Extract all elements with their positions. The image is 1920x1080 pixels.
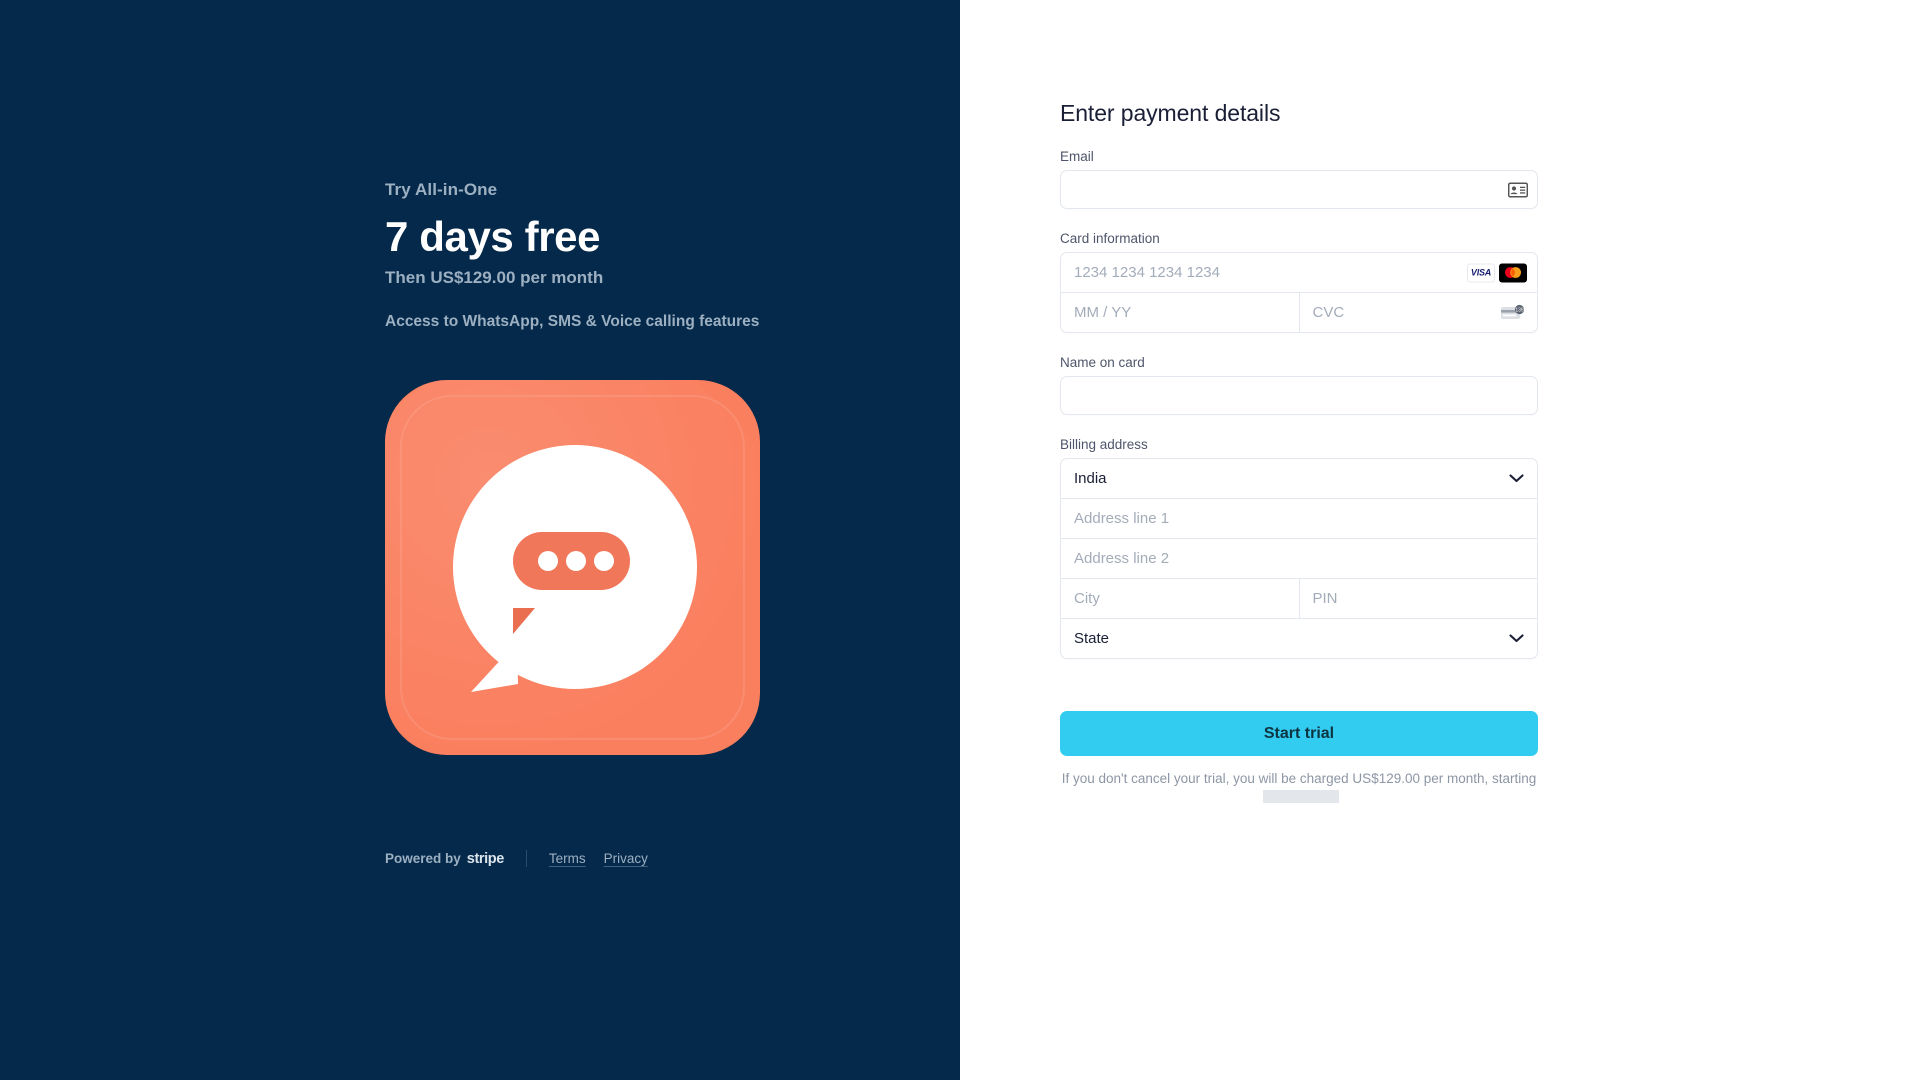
cvc-card-icon: 139 bbox=[1501, 304, 1525, 321]
state-select[interactable]: State bbox=[1061, 619, 1537, 658]
trial-disclaimer-text: If you don't cancel your trial, you will… bbox=[1061, 771, 1537, 786]
email-row bbox=[1060, 170, 1538, 209]
address-line-1-row bbox=[1061, 499, 1537, 539]
address-line-2-cell bbox=[1061, 539, 1537, 578]
powered-by-label: Powered by bbox=[385, 851, 461, 866]
card-number-cell: VISA bbox=[1061, 253, 1537, 292]
page-title: Enter payment details bbox=[1060, 100, 1281, 126]
pin-cell bbox=[1299, 579, 1537, 618]
country-row: India bbox=[1061, 459, 1537, 499]
stripe-footer: Powered by stripe Terms Privacy bbox=[385, 850, 648, 867]
offer-panel: Try All-in-One 7 days free Then US$129.0… bbox=[0, 0, 960, 1080]
mastercard-icon bbox=[1499, 263, 1527, 282]
card-number-input[interactable] bbox=[1061, 253, 1537, 292]
card-expiry-cvc-row: 139 bbox=[1061, 293, 1537, 332]
footer-divider bbox=[525, 850, 527, 867]
offer-headline: 7 days free bbox=[385, 213, 601, 260]
name-on-card-label: Name on card bbox=[1060, 355, 1145, 370]
billing-address-label: Billing address bbox=[1060, 437, 1148, 452]
card-expiry-cell bbox=[1061, 293, 1300, 332]
city-pin-row bbox=[1061, 579, 1537, 619]
card-number-row: VISA bbox=[1061, 253, 1537, 293]
checkout-page: Try All-in-One 7 days free Then US$129.0… bbox=[0, 0, 1920, 1080]
terms-link[interactable]: Terms bbox=[549, 851, 586, 866]
country-cell: India bbox=[1061, 459, 1537, 498]
svg-text:139: 139 bbox=[1515, 307, 1524, 313]
card-expiry-input[interactable] bbox=[1061, 293, 1299, 332]
card-information-label: Card information bbox=[1060, 231, 1160, 246]
card-cvc-cell: 139 bbox=[1299, 293, 1537, 332]
contact-card-icon[interactable] bbox=[1507, 181, 1529, 198]
redacted-date bbox=[1262, 790, 1339, 804]
email-label: Email bbox=[1060, 149, 1094, 164]
trial-disclaimer: If you don't cancel your trial, you will… bbox=[1060, 770, 1538, 806]
name-on-card-input[interactable] bbox=[1060, 376, 1538, 415]
stripe-wordmark: stripe bbox=[466, 850, 504, 867]
email-input[interactable] bbox=[1060, 170, 1538, 209]
offer-price-subline: Then US$129.00 per month bbox=[385, 268, 604, 287]
address-line-2-row bbox=[1061, 539, 1537, 579]
card-field-group: Card information VISA bbox=[1060, 231, 1538, 333]
state-row: State bbox=[1061, 619, 1537, 658]
name-on-card-group: Name on card bbox=[1060, 355, 1538, 415]
country-select[interactable]: India bbox=[1061, 459, 1537, 498]
offer-features: Access to WhatsApp, SMS & Voice calling … bbox=[385, 313, 760, 330]
chat-bubble-glyph bbox=[453, 445, 697, 692]
city-input[interactable] bbox=[1061, 579, 1299, 618]
card-information-box: VISA bbox=[1060, 252, 1538, 333]
address-line-1-cell bbox=[1061, 499, 1537, 538]
address-line-2-input[interactable] bbox=[1061, 539, 1537, 578]
chat-bubble-app-icon bbox=[385, 380, 760, 755]
offer-eyebrow: Try All-in-One bbox=[385, 180, 498, 199]
address-line-1-input[interactable] bbox=[1061, 499, 1537, 538]
visa-icon: VISA bbox=[1467, 263, 1495, 282]
payment-form-panel: Enter payment details Email Card informa… bbox=[960, 0, 1920, 1080]
email-field-group: Email bbox=[1060, 149, 1538, 209]
city-cell bbox=[1061, 579, 1300, 618]
pin-input[interactable] bbox=[1299, 579, 1537, 618]
billing-address-box: India Address line 1 Address line 2 City… bbox=[1060, 458, 1538, 659]
card-brand-icons: VISA bbox=[1467, 263, 1527, 282]
privacy-link[interactable]: Privacy bbox=[604, 851, 648, 866]
state-cell: State bbox=[1061, 619, 1537, 658]
start-trial-button[interactable]: Start trial bbox=[1060, 711, 1538, 756]
billing-address-group: Billing address India Address line 1 Add… bbox=[1060, 437, 1538, 659]
